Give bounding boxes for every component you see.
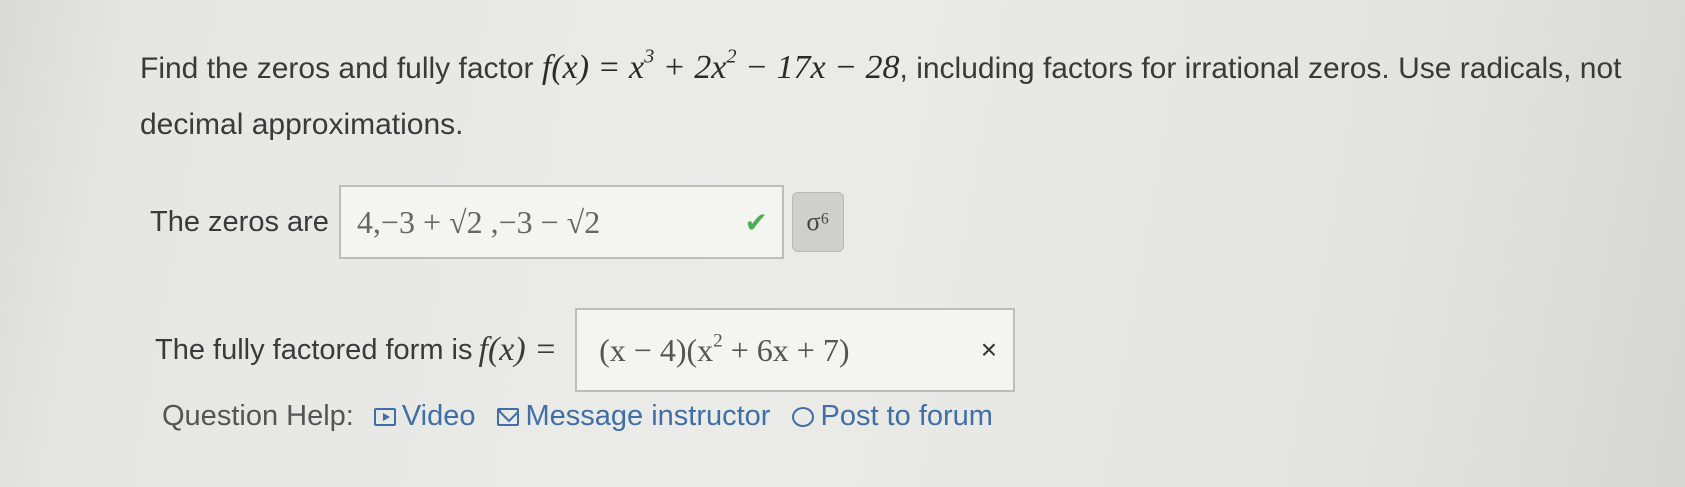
video-icon [373, 407, 396, 426]
function-expression: f(x) = x3 + 2x2 − 17x − 28 [541, 45, 900, 86]
forum-icon [792, 406, 815, 427]
question-help-label: Question Help: [162, 400, 354, 432]
cross-icon: × [980, 334, 998, 365]
factored-answer-field[interactable]: (x − 4)(x2 + 6x + 7) × [575, 308, 1016, 392]
mail-icon [497, 407, 520, 426]
factored-row: The fully factored form is f(x) = (x − 4… [155, 308, 1016, 392]
factored-answer-value: (x − 4)(x2 + 6x + 7) [599, 330, 850, 368]
question-prefix: Find the zeros and fully factor [140, 52, 542, 85]
zeros-label: The zeros are [150, 205, 329, 238]
factored-lhs: f(x) = [478, 331, 558, 368]
check-icon: ✔ [744, 206, 768, 238]
question-text: Find the zeros and fully factor f(x) = x… [140, 40, 1640, 153]
factored-label: The fully factored form is [155, 333, 473, 366]
zeros-answer-value: 4,−3 + √2 ,−3 − √2 [356, 203, 601, 240]
zeros-answer-field[interactable]: 4,−3 + √2 ,−3 − √2 ✔ [338, 185, 784, 259]
preview-button[interactable]: σ⁶ [791, 192, 844, 252]
video-link[interactable]: Video [373, 400, 475, 433]
zeros-row: The zeros are 4,−3 + √2 ,−3 − √2 ✔ σ⁶ [150, 185, 844, 259]
question-help: Question Help: Video Message instructor … [162, 400, 1015, 433]
message-instructor-link[interactable]: Message instructor [497, 400, 770, 433]
post-to-forum-link[interactable]: Post to forum [792, 400, 993, 433]
